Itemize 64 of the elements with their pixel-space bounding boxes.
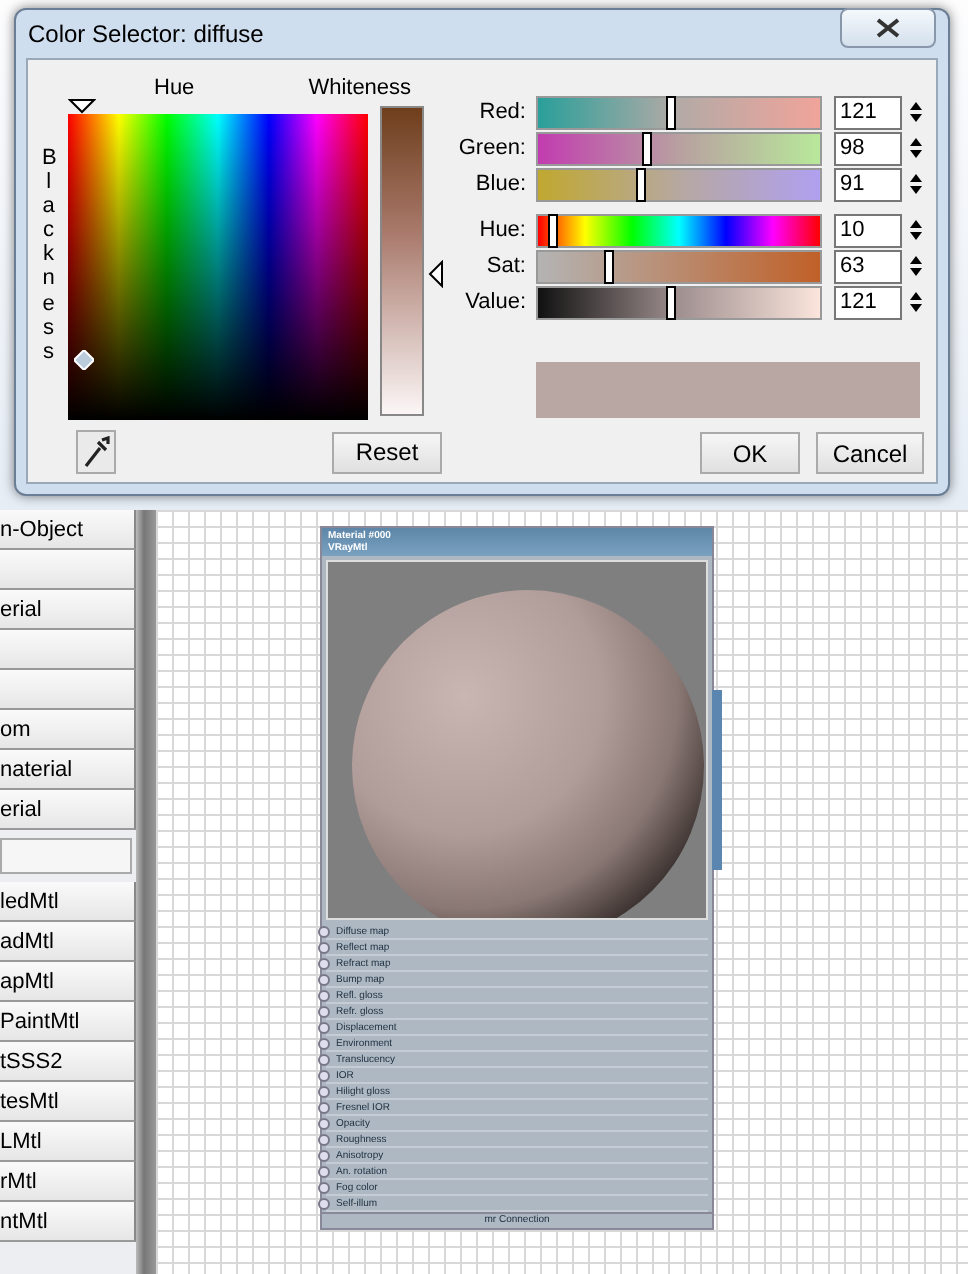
material-type-button[interactable]: rMtl (0, 1162, 136, 1202)
slider-thumb[interactable] (666, 285, 677, 319)
material-type-button[interactable]: naterial (0, 750, 136, 790)
slider-thumb[interactable] (635, 167, 646, 201)
channel-slider[interactable] (536, 285, 822, 319)
material-node[interactable] (320, 526, 714, 1230)
splitter[interactable] (136, 510, 156, 1274)
material-type-button[interactable]: om (0, 710, 136, 750)
blackness-label: Blackness (42, 146, 56, 364)
search-field[interactable] (0, 838, 132, 874)
material-type-button[interactable]: tSSS2 (0, 1042, 136, 1082)
material-type-button[interactable]: erial (0, 590, 136, 630)
spinner-icon[interactable] (908, 172, 924, 196)
slider-thumb[interactable] (548, 213, 559, 247)
slider-thumb[interactable] (666, 95, 677, 129)
material-type-button[interactable]: ntMtl (0, 1202, 136, 1242)
spinner-icon[interactable] (908, 100, 924, 124)
close-button[interactable] (840, 8, 936, 48)
channel-label: Hue: (477, 218, 526, 242)
close-icon (876, 18, 900, 38)
hue-label: Hue (154, 76, 195, 100)
material-type-button[interactable]: ledMtl (0, 882, 136, 922)
slider-thumb[interactable] (604, 249, 615, 283)
number-field[interactable]: 98 (834, 131, 902, 165)
material-type-button[interactable]: erial (0, 790, 136, 830)
channel-label: Green: (456, 136, 526, 160)
whiteness-bar[interactable] (379, 106, 424, 416)
material-type-button[interactable] (0, 630, 136, 670)
eyedropper-button[interactable] (76, 430, 116, 474)
channel-slider[interactable] (536, 213, 822, 247)
eyedropper-icon (82, 436, 110, 468)
number-field[interactable]: 10 (834, 213, 902, 247)
material-type-button[interactable] (0, 670, 136, 710)
ok-button[interactable]: OK (700, 432, 800, 474)
material-type-button[interactable]: LMtl (0, 1122, 136, 1162)
reset-button[interactable]: Reset (332, 431, 442, 473)
channel-label: Value: (463, 290, 526, 314)
channel-label: Red: (477, 100, 526, 124)
spinner-icon[interactable] (908, 136, 924, 160)
channel-slider[interactable] (536, 167, 822, 201)
slider-thumb[interactable] (641, 131, 652, 165)
spinner-icon[interactable] (908, 290, 924, 314)
channel-label: Blue: (473, 172, 526, 196)
material-type-button[interactable]: PaintMtl (0, 1002, 136, 1042)
channel-slider[interactable] (536, 131, 822, 165)
spinner-icon[interactable] (908, 254, 924, 278)
crosshair-icon[interactable] (74, 350, 95, 370)
window-title: Color Selector: diffuse (28, 20, 264, 48)
channel-slider[interactable] (536, 249, 822, 283)
cancel-button[interactable]: Cancel (816, 432, 924, 474)
whiteness-label: Whiteness (308, 76, 412, 100)
material-type-button[interactable]: tesMtl (0, 1082, 136, 1122)
material-type-button[interactable]: adMtl (0, 922, 136, 962)
number-field[interactable]: 63 (834, 249, 902, 283)
channel-label: Sat: (484, 254, 526, 278)
material-type-button[interactable]: apMtl (0, 962, 136, 1002)
spinner-icon[interactable] (908, 218, 924, 242)
channel-slider[interactable] (536, 95, 822, 129)
number-field[interactable]: 121 (834, 95, 902, 129)
number-field[interactable]: 91 (834, 167, 902, 201)
hue-blackness-picker[interactable] (67, 114, 368, 420)
material-type-button[interactable] (0, 550, 136, 590)
material-type-button[interactable]: n-Object (0, 510, 136, 550)
number-field[interactable]: 121 (834, 285, 902, 319)
